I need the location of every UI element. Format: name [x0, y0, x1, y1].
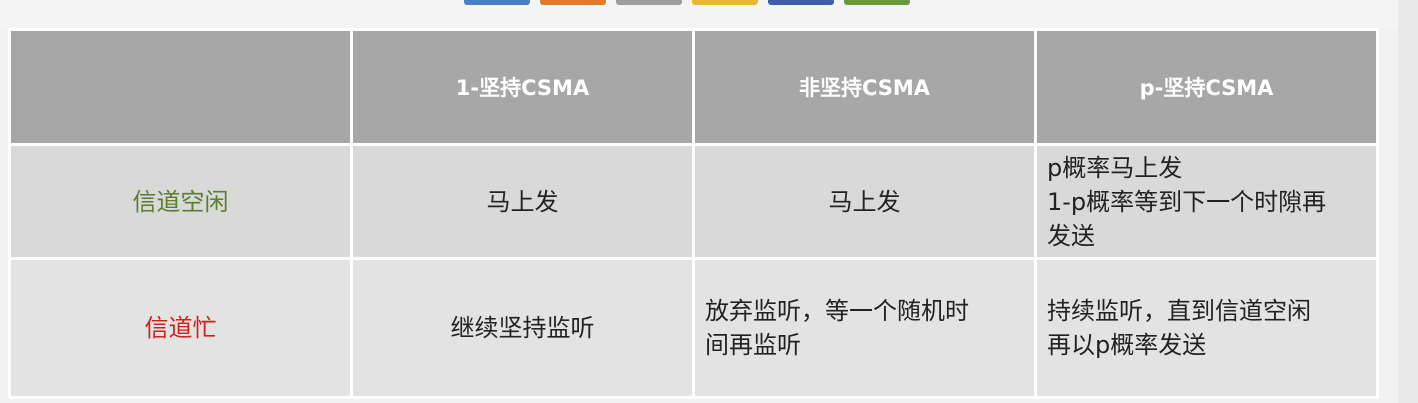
header-row: 1-坚持CSMA 非坚持CSMA p-坚持CSMA — [11, 31, 1376, 143]
cell-busy-non-persistent: 放弃监听，等一个随机时 间再监听 — [695, 260, 1034, 396]
cell-text-line: 放弃监听，等一个随机时 — [705, 297, 969, 325]
header-empty-cell — [11, 31, 350, 143]
tab-orange[interactable] — [540, 0, 606, 5]
cell-text-line: 1-p概率等到下一个时隙再 — [1047, 187, 1327, 216]
cell-text-line: 马上发 — [828, 187, 901, 216]
cell-idle-p-persistent: p概率马上发 1-p概率等到下一个时隙再 发送 — [1037, 146, 1376, 257]
cell-text-line: 持续监听，直到信道空闲 — [1047, 297, 1311, 325]
cell-busy-1-persistent: 继续坚持监听 — [353, 260, 692, 396]
cell-idle-1-persistent: 马上发 — [353, 146, 692, 257]
cell-text-line: 马上发 — [486, 187, 559, 216]
slide-tab-strip — [464, 0, 910, 5]
header-non-persistent-csma: 非坚持CSMA — [695, 31, 1034, 143]
row-channel-idle: 信道空闲 马上发 马上发 p概率马上发 1-p概率等到下一个时隙再 发送 — [11, 146, 1376, 257]
row-channel-busy: 信道忙 继续坚持监听 放弃监听，等一个随机时 间再监听 持续监听，直到信道空闲 … — [11, 260, 1376, 396]
cell-text-line: p概率马上发 — [1047, 153, 1183, 182]
tab-gray[interactable] — [616, 0, 682, 5]
csma-comparison-table: 1-坚持CSMA 非坚持CSMA p-坚持CSMA 信道空闲 马上发 马上发 p… — [8, 28, 1379, 399]
cell-text-line: 发送 — [1047, 221, 1095, 250]
tab-green[interactable] — [844, 0, 910, 5]
row-label-channel-busy: 信道忙 — [11, 260, 350, 396]
header-1-persistent-csma: 1-坚持CSMA — [353, 31, 692, 143]
tab-navy[interactable] — [768, 0, 834, 5]
cell-text-line: 继续坚持监听 — [450, 314, 595, 342]
cell-idle-non-persistent: 马上发 — [695, 146, 1034, 257]
tab-yellow[interactable] — [692, 0, 758, 5]
slide-right-edge — [1398, 0, 1418, 403]
cell-busy-p-persistent: 持续监听，直到信道空闲 再以p概率发送 — [1037, 260, 1376, 396]
cell-text-line: 间再监听 — [705, 331, 801, 359]
header-p-persistent-csma: p-坚持CSMA — [1037, 31, 1376, 143]
cell-text-line: 再以p概率发送 — [1047, 331, 1207, 359]
tab-blue[interactable] — [464, 0, 530, 5]
row-label-text: 信道空闲 — [132, 187, 229, 216]
row-label-channel-idle: 信道空闲 — [11, 146, 350, 257]
row-label-text: 信道忙 — [144, 314, 217, 342]
